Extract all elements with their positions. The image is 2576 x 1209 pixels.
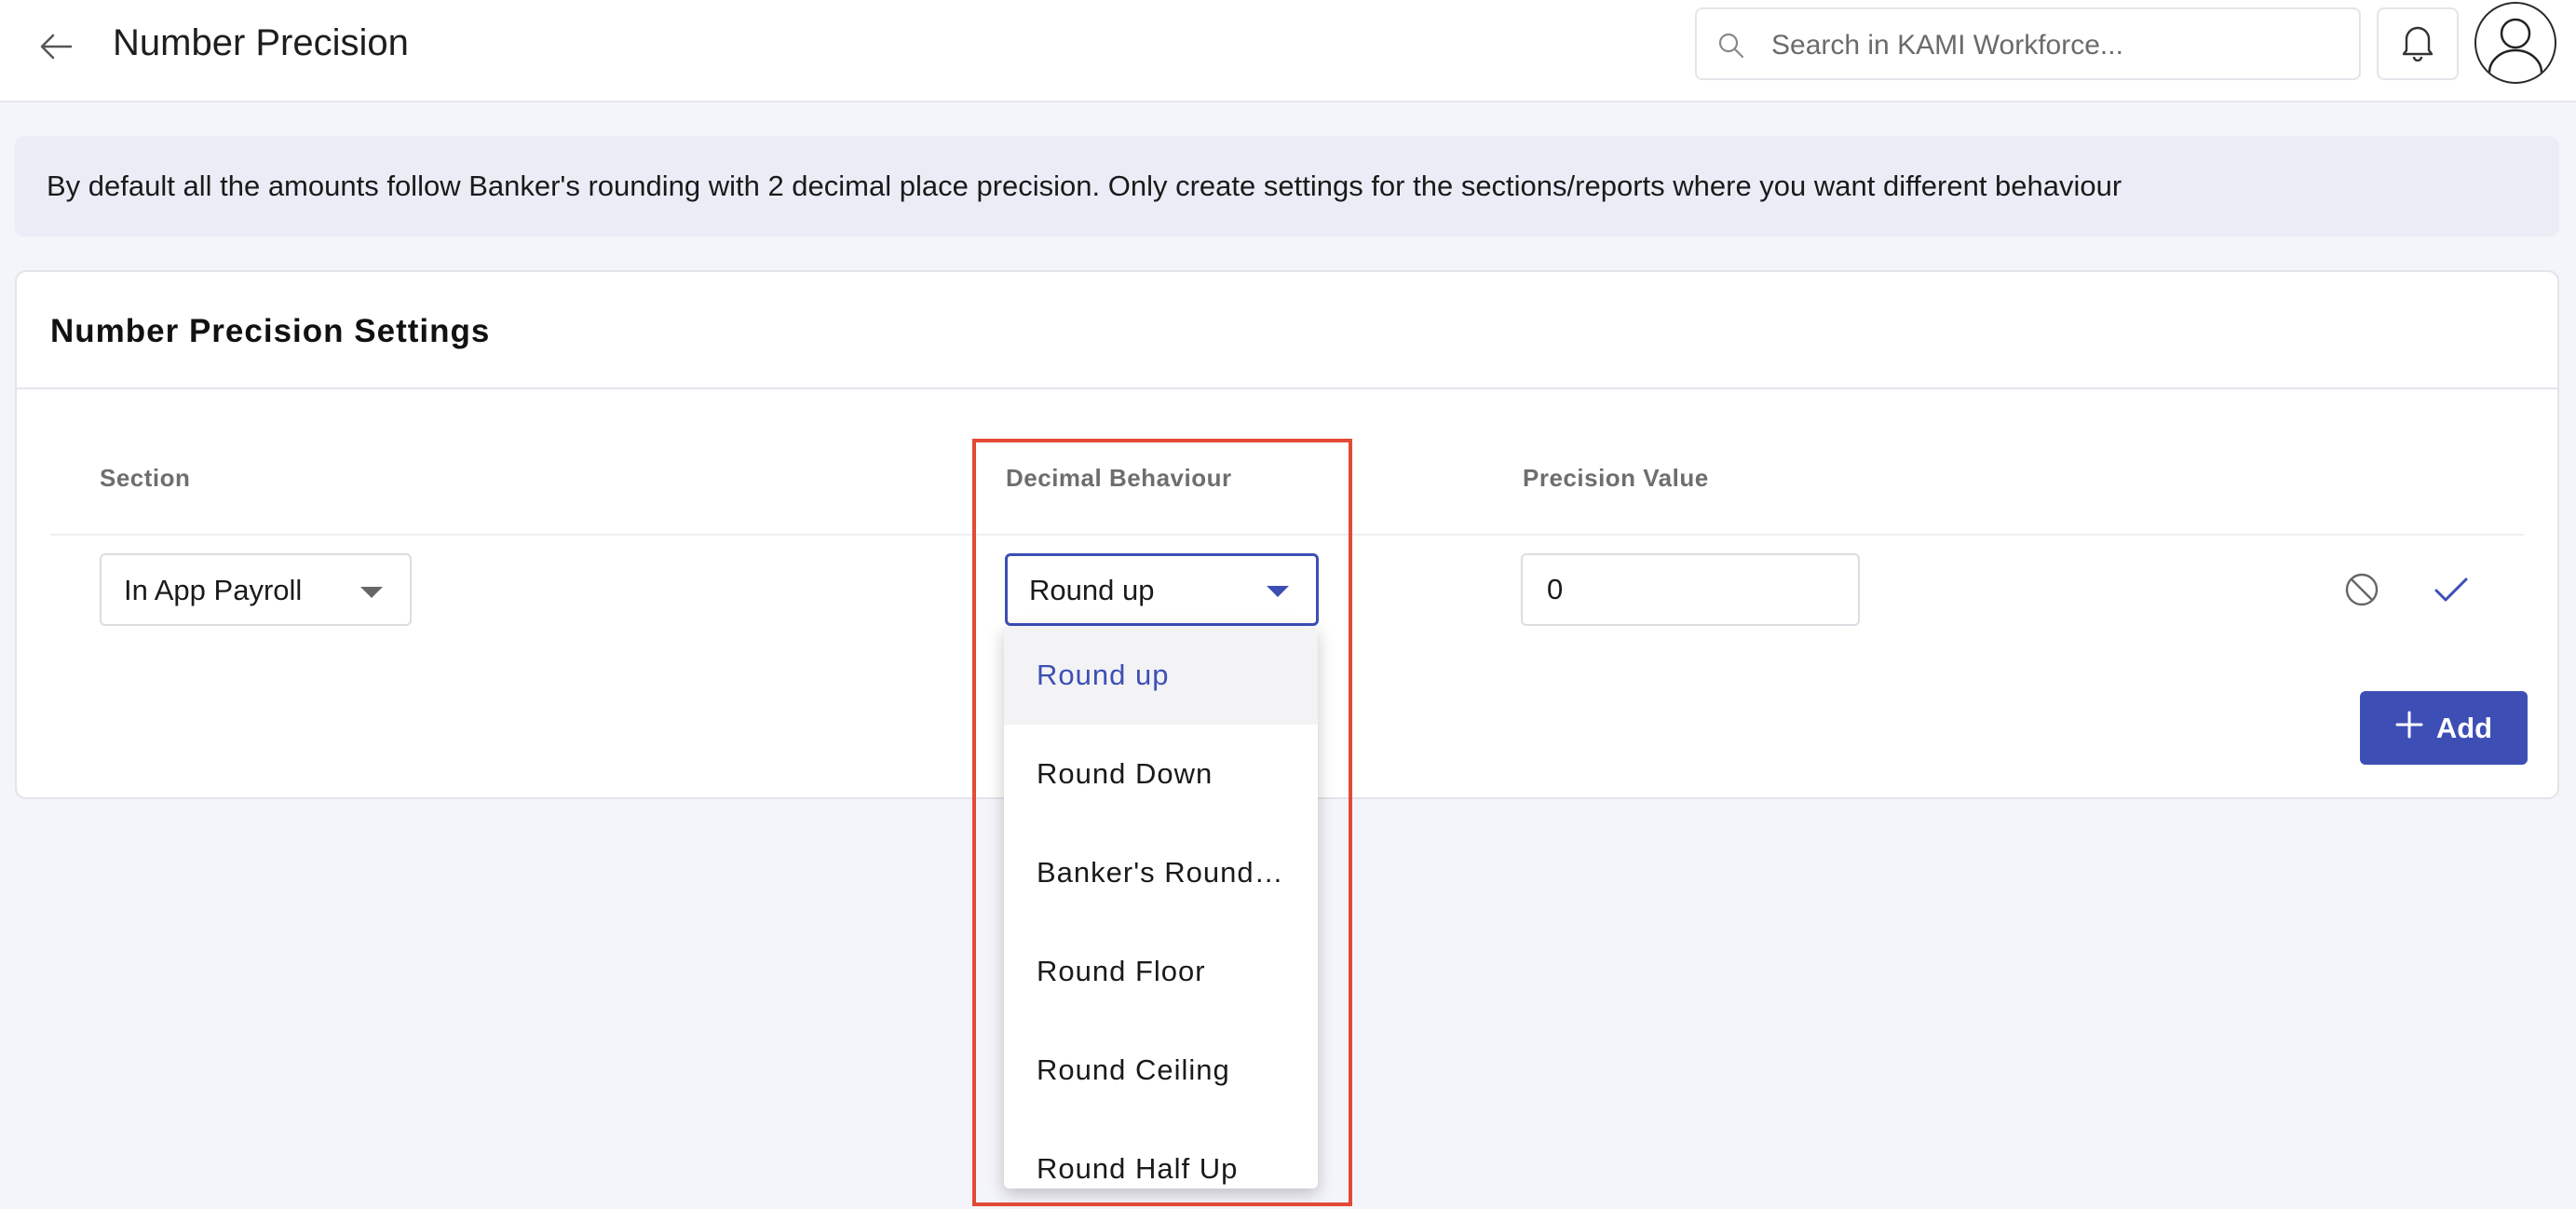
section-select[interactable]: In App Payroll bbox=[100, 553, 412, 626]
dropdown-option-round-half-up[interactable]: Round Half Up bbox=[1004, 1120, 1318, 1189]
divider bbox=[50, 534, 2524, 536]
divider bbox=[17, 387, 2557, 389]
info-banner-text: By default all the amounts follow Banker… bbox=[47, 170, 2122, 202]
search-input[interactable] bbox=[1769, 24, 2332, 67]
chevron-down-icon bbox=[360, 587, 383, 598]
section-select-value: In App Payroll bbox=[124, 574, 303, 606]
dropdown-option-round-down[interactable]: Round Down bbox=[1004, 725, 1318, 823]
check-icon[interactable] bbox=[2428, 566, 2474, 613]
card-title: Number Precision Settings bbox=[50, 313, 491, 349]
cancel-icon[interactable] bbox=[2339, 566, 2385, 613]
bell-icon bbox=[2400, 22, 2435, 66]
dropdown-option-round-up[interactable]: Round up bbox=[1004, 626, 1318, 725]
info-banner: By default all the amounts follow Banker… bbox=[15, 136, 2559, 237]
decimal-behaviour-select-value: Round up bbox=[1029, 574, 1155, 606]
plus-icon bbox=[2395, 711, 2423, 746]
add-button-label: Add bbox=[2435, 711, 2493, 744]
back-arrow-icon[interactable] bbox=[34, 24, 78, 69]
page-title: Number Precision bbox=[113, 22, 409, 63]
precision-value-input[interactable] bbox=[1521, 553, 1860, 626]
column-header-precision-value: Precision Value bbox=[1523, 464, 1709, 492]
dropdown-option-bankers-rounding[interactable]: Banker's Roundi… bbox=[1004, 823, 1318, 922]
avatar[interactable] bbox=[2474, 2, 2556, 84]
column-header-decimal-behaviour: Decimal Behaviour bbox=[1006, 464, 1232, 492]
decimal-behaviour-select[interactable]: Round up bbox=[1005, 553, 1319, 626]
chevron-down-icon bbox=[1267, 586, 1289, 597]
dropdown-option-round-floor[interactable]: Round Floor bbox=[1004, 922, 1318, 1021]
column-header-section: Section bbox=[100, 464, 191, 492]
notifications-button[interactable] bbox=[2377, 7, 2459, 80]
decimal-behaviour-dropdown: Round up Round Down Banker's Roundi… Rou… bbox=[1004, 626, 1318, 1189]
add-button[interactable]: Add bbox=[2360, 691, 2528, 765]
search-box[interactable] bbox=[1695, 7, 2361, 80]
search-icon bbox=[1717, 32, 1745, 64]
dropdown-option-round-ceiling[interactable]: Round Ceiling bbox=[1004, 1021, 1318, 1120]
top-header: Number Precision bbox=[0, 0, 2576, 102]
user-icon bbox=[2488, 18, 2543, 74]
